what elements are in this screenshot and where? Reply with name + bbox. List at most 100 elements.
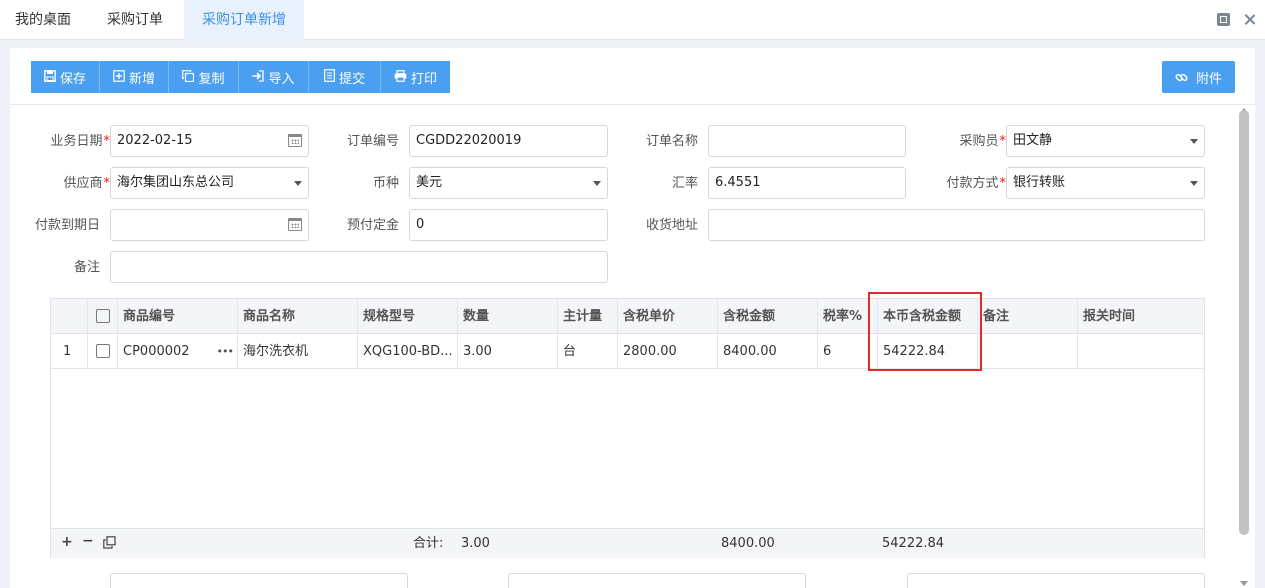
save-button[interactable]: 保存 [31, 61, 100, 93]
submit-button[interactable]: 提交 [309, 61, 381, 93]
toolbar: 保存 新增 复制 导入 提交 打印 [31, 61, 450, 93]
bottom-field-2[interactable] [508, 573, 806, 588]
import-button[interactable]: 导入 [239, 61, 309, 93]
buyer-label: 采购员* [959, 134, 1006, 149]
order-name-label: 订单名称 [645, 134, 698, 149]
copy-button[interactable]: 复制 [169, 61, 239, 93]
add-row-icon[interactable]: + [61, 534, 73, 550]
total-amount: 8400.00 [721, 536, 775, 551]
remark-label: 备注 [73, 260, 100, 275]
chevron-down-icon [1190, 139, 1198, 144]
tab-purchase-order-new[interactable]: 采购订单新增 [184, 0, 304, 40]
submit-label: 提交 [338, 71, 365, 87]
cell-qty[interactable]: 3.00 [458, 334, 558, 369]
col-amount: 含税金额 [718, 299, 818, 334]
remove-row-icon[interactable]: − [82, 533, 94, 549]
save-label: 保存 [59, 71, 86, 87]
currency-select[interactable]: 美元 [409, 167, 608, 199]
grid-footer: + − 合计: 3.00 8400.00 54222.84 [51, 528, 1204, 558]
order-no-field[interactable]: CGDD22020019 [409, 125, 608, 157]
col-product-name: 商品名称 [238, 299, 358, 334]
exchange-rate-field[interactable]: 6.4551 [708, 167, 906, 199]
col-remark: 备注 [978, 299, 1078, 334]
col-spec: 规格型号 [358, 299, 458, 334]
select-all-checkbox[interactable] [95, 308, 110, 323]
col-price: 含税单价 [618, 299, 718, 334]
due-date-label: 付款到期日 [34, 218, 100, 233]
restore-icon[interactable] [1217, 13, 1230, 26]
biz-date-label: 业务日期* [50, 134, 110, 149]
order-name-field[interactable] [708, 125, 906, 157]
header-index [51, 299, 88, 334]
toolbar-divider [10, 104, 1255, 105]
save-icon [44, 69, 56, 85]
copy-row-icon[interactable] [103, 536, 116, 553]
close-icon[interactable] [1243, 13, 1256, 26]
print-icon [394, 69, 407, 85]
cell-amount[interactable]: 8400.00 [718, 334, 818, 369]
main-panel: 保存 新增 复制 导入 提交 打印 附件 业务日期* 2022-02-15 订单… [10, 48, 1255, 588]
submit-icon [324, 69, 335, 85]
chevron-down-icon [593, 181, 601, 186]
deposit-label: 预付定金 [346, 218, 399, 233]
cell-product-name[interactable]: 海尔洗衣机 [238, 334, 358, 369]
table-row[interactable]: 1 CP000002 ••• 海尔洗衣机 XQG100-BD... 3.00 台 … [51, 334, 1204, 369]
link-icon [1175, 71, 1188, 84]
buyer-select[interactable]: 田文静 [1006, 125, 1205, 157]
total-qty: 3.00 [461, 536, 490, 551]
col-customs-time: 报关时间 [1083, 309, 1136, 324]
exchange-rate-label: 汇率 [671, 176, 698, 191]
chevron-down-icon [1190, 181, 1198, 186]
total-local-amount: 54222.84 [882, 536, 945, 551]
bottom-field-1[interactable] [110, 573, 408, 588]
remark-field[interactable] [110, 251, 608, 283]
order-no-label: 订单编号 [346, 134, 399, 149]
col-unit: 主计量 [558, 299, 618, 334]
grid-header: 商品编号 商品名称 规格型号 数量 主计量 含税单价 含税金额 税率% 本币含税… [51, 299, 1204, 334]
calendar-icon[interactable] [288, 134, 302, 147]
address-label: 收货地址 [645, 218, 698, 233]
highlight-box [868, 292, 982, 371]
total-label: 合计: [413, 536, 444, 551]
currency-label: 币种 [372, 176, 399, 191]
cell-price[interactable]: 2800.00 [618, 334, 718, 369]
col-product-code: 商品编号 [118, 299, 238, 334]
cell-spec[interactable]: XQG100-BD... [358, 334, 458, 369]
pay-method-label: 付款方式* [946, 176, 1006, 191]
cell-unit[interactable]: 台 [558, 334, 618, 369]
cell-customs-time[interactable] [1078, 334, 1206, 369]
row-checkbox[interactable] [95, 343, 110, 358]
cell-remark[interactable] [978, 334, 1078, 369]
due-date-field[interactable] [110, 209, 309, 241]
attachment-button[interactable]: 附件 [1162, 61, 1235, 93]
tab-my-desktop[interactable]: 我的桌面 [0, 0, 86, 40]
row-index: 1 [51, 334, 88, 369]
attachment-label: 附件 [1195, 71, 1222, 87]
supplier-select[interactable]: 海尔集团山东总公司 [110, 167, 309, 199]
address-field[interactable] [708, 209, 1205, 241]
scrollbar-thumb[interactable] [1239, 110, 1249, 535]
calendar-icon[interactable] [288, 218, 302, 231]
add-button[interactable]: 新增 [100, 61, 169, 93]
add-label: 新增 [128, 71, 155, 87]
biz-date-field[interactable]: 2022-02-15 [110, 125, 309, 157]
cell-product-code[interactable]: CP000002 ••• [118, 334, 238, 369]
scroll-down-icon[interactable] [1240, 581, 1248, 586]
supplier-label: 供应商* [63, 176, 110, 191]
import-label: 导入 [268, 71, 295, 87]
header-select-all[interactable] [88, 299, 118, 334]
bottom-field-3[interactable] [907, 573, 1205, 588]
deposit-field[interactable]: 0 [409, 209, 608, 241]
col-qty: 数量 [458, 299, 558, 334]
pay-method-select[interactable]: 银行转账 [1006, 167, 1205, 199]
copy-icon [182, 69, 195, 85]
more-icon[interactable]: ••• [217, 334, 234, 369]
tab-purchase-order[interactable]: 采购订单 [92, 0, 178, 40]
import-icon [252, 69, 265, 85]
add-icon [113, 69, 125, 85]
row-checkbox-cell[interactable] [88, 334, 118, 369]
tab-bar: 我的桌面 采购订单 采购订单新增 [0, 0, 1265, 40]
print-button[interactable]: 打印 [381, 61, 450, 93]
print-label: 打印 [410, 71, 437, 87]
copy-label: 复制 [198, 71, 225, 87]
